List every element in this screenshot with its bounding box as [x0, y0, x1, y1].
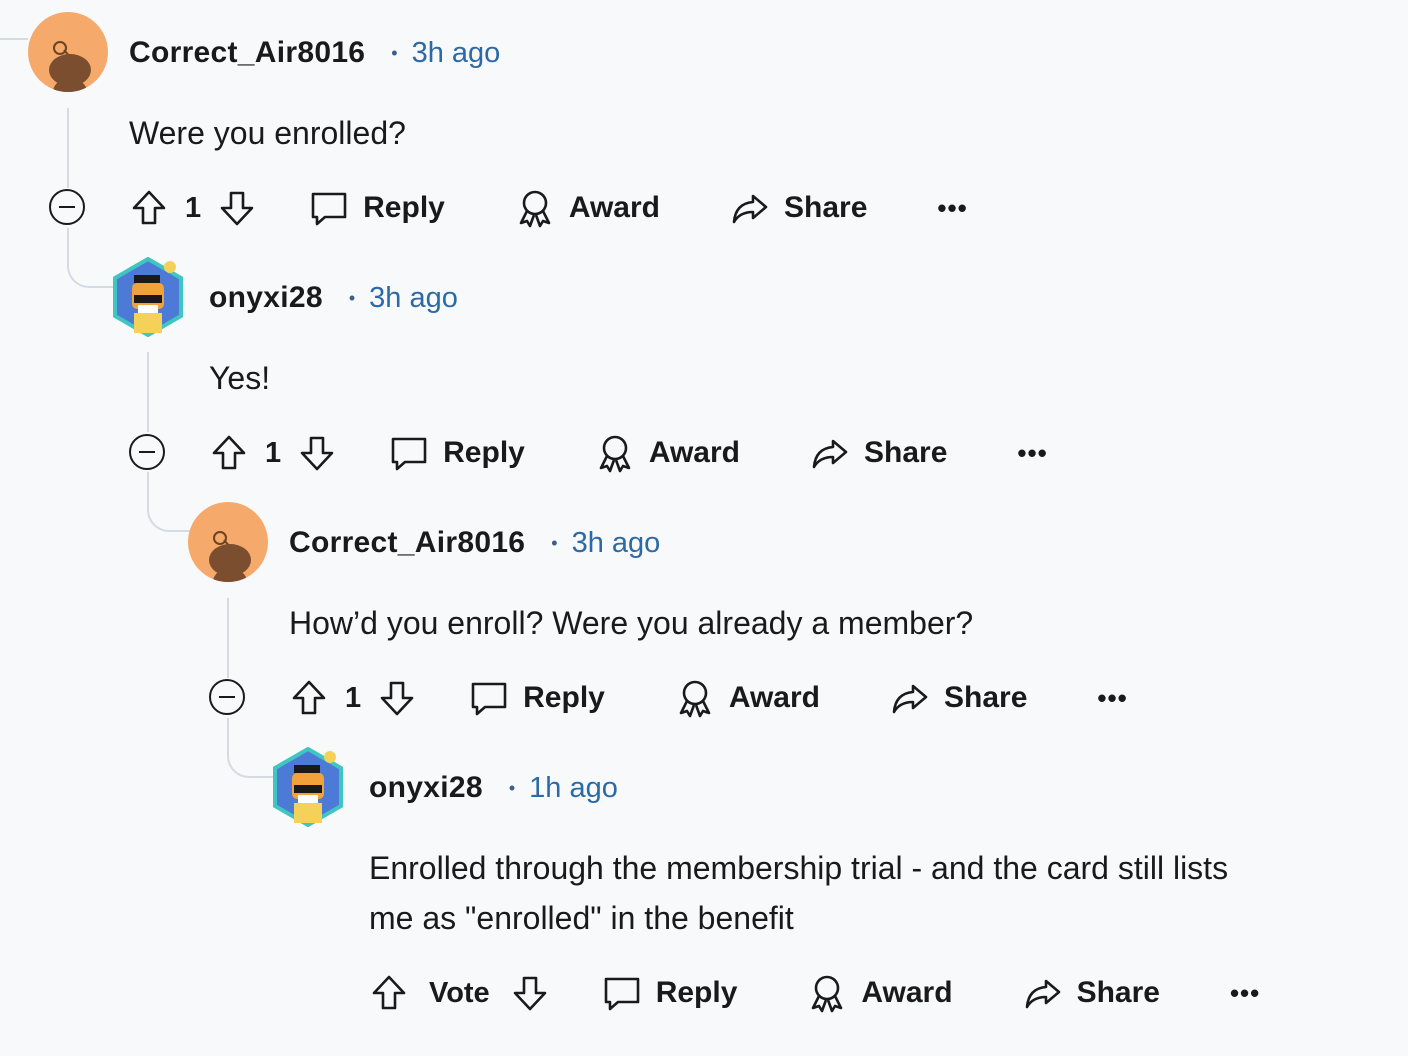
award-button[interactable]: Award — [675, 678, 820, 718]
share-icon — [810, 433, 850, 473]
timestamp[interactable]: 3h ago — [369, 282, 458, 315]
award-label: Award — [568, 191, 660, 224]
downvote-icon[interactable] — [377, 678, 417, 718]
avatar[interactable] — [188, 502, 268, 582]
comment-body: Were you enrolled? — [129, 115, 406, 151]
timestamp[interactable]: 1h ago — [529, 772, 618, 805]
reply-button[interactable]: Reply — [469, 678, 605, 718]
thread-line — [147, 472, 193, 532]
award-button[interactable]: Award — [515, 188, 660, 228]
upvote-icon[interactable] — [129, 188, 169, 228]
reply-label: Reply — [523, 681, 605, 714]
share-label: Share — [1076, 976, 1160, 1009]
comment-actions: 1 Reply Award Share ••• — [209, 427, 1048, 479]
reply-button[interactable]: Reply — [602, 973, 738, 1013]
collapse-icon — [139, 451, 155, 453]
separator-dot: • — [508, 777, 516, 798]
vote-count: 1 — [345, 681, 362, 714]
comment-header: Correct_Air8016 • 3h ago — [129, 33, 500, 73]
award-icon — [595, 433, 635, 473]
thread-line — [147, 352, 149, 432]
share-label: Share — [944, 681, 1028, 714]
upvote-icon[interactable] — [289, 678, 329, 718]
username[interactable]: Correct_Air8016 — [129, 36, 365, 70]
vote-count: 1 — [265, 436, 282, 469]
downvote-icon[interactable] — [510, 973, 550, 1013]
award-icon — [807, 973, 847, 1013]
timestamp[interactable]: 3h ago — [572, 527, 661, 560]
comment-actions: 1 Reply Award Share ••• — [289, 672, 1128, 724]
comment-header: Correct_Air8016 • 3h ago — [289, 523, 660, 563]
reply-button[interactable]: Reply — [389, 433, 525, 473]
separator-dot: • — [348, 287, 356, 308]
share-button[interactable]: Share — [810, 433, 947, 473]
share-button[interactable]: Share — [890, 678, 1027, 718]
comment-header: onyxi28 • 3h ago — [209, 278, 458, 318]
separator-dot: • — [551, 532, 558, 553]
share-label: Share — [784, 191, 868, 224]
award-button[interactable]: Award — [807, 973, 953, 1013]
separator-dot: • — [391, 42, 398, 63]
thread-line — [67, 228, 113, 288]
reply-label: Reply — [655, 976, 738, 1009]
comment-header: onyxi28 • 1h ago — [369, 768, 618, 808]
award-label: Award — [648, 436, 740, 469]
comment-body-line: Enrolled through the membership trial - … — [369, 850, 1229, 886]
reply-button[interactable]: Reply — [309, 188, 445, 228]
collapse-button[interactable] — [129, 434, 165, 470]
avatar[interactable] — [268, 747, 348, 827]
share-button[interactable]: Share — [730, 188, 867, 228]
share-label: Share — [864, 436, 948, 469]
comment-actions: Vote Reply Award Share ••• — [369, 967, 1260, 1019]
award-icon — [515, 188, 555, 228]
share-icon — [890, 678, 930, 718]
avatar[interactable] — [108, 257, 188, 337]
more-options-button[interactable]: ••• — [1017, 438, 1047, 469]
share-icon — [1023, 973, 1063, 1013]
thread-line — [67, 108, 69, 188]
collapse-button[interactable] — [49, 189, 85, 225]
more-options-button[interactable]: ••• — [1097, 683, 1127, 714]
collapse-button[interactable] — [209, 679, 245, 715]
award-label: Award — [728, 681, 820, 714]
share-button[interactable]: Share — [1023, 973, 1160, 1013]
thread-line — [227, 598, 229, 678]
downvote-icon[interactable] — [217, 188, 257, 228]
reply-icon — [309, 188, 349, 228]
comment-body: How’d you enroll? Were you already a mem… — [289, 605, 974, 641]
upvote-icon[interactable] — [369, 973, 409, 1013]
thread-line — [0, 38, 28, 40]
upvote-icon[interactable] — [209, 433, 249, 473]
timestamp[interactable]: 3h ago — [412, 37, 501, 70]
comment-body: Enrolled through the membership trial - … — [369, 843, 1228, 943]
award-label: Award — [861, 976, 953, 1009]
vote-count: 1 — [185, 191, 202, 224]
downvote-icon[interactable] — [297, 433, 337, 473]
comment-actions: 1 Reply Award Share ••• — [129, 182, 968, 234]
username[interactable]: Correct_Air8016 — [289, 526, 525, 560]
share-icon — [730, 188, 770, 228]
comment-body: Yes! — [209, 360, 271, 396]
reply-label: Reply — [363, 191, 445, 224]
username[interactable]: onyxi28 — [209, 281, 323, 315]
reply-icon — [469, 678, 509, 718]
award-button[interactable]: Award — [595, 433, 740, 473]
more-options-button[interactable]: ••• — [1230, 978, 1260, 1009]
collapse-icon — [219, 696, 235, 698]
username[interactable]: onyxi28 — [369, 771, 483, 805]
more-options-button[interactable]: ••• — [937, 193, 967, 224]
vote-label: Vote — [429, 976, 490, 1009]
reply-icon — [602, 973, 642, 1013]
comment-body-line: me as "enrolled" in the benefit — [369, 900, 794, 936]
reply-icon — [389, 433, 429, 473]
reply-label: Reply — [443, 436, 525, 469]
collapse-icon — [59, 206, 75, 208]
avatar[interactable] — [28, 12, 108, 92]
award-icon — [675, 678, 715, 718]
